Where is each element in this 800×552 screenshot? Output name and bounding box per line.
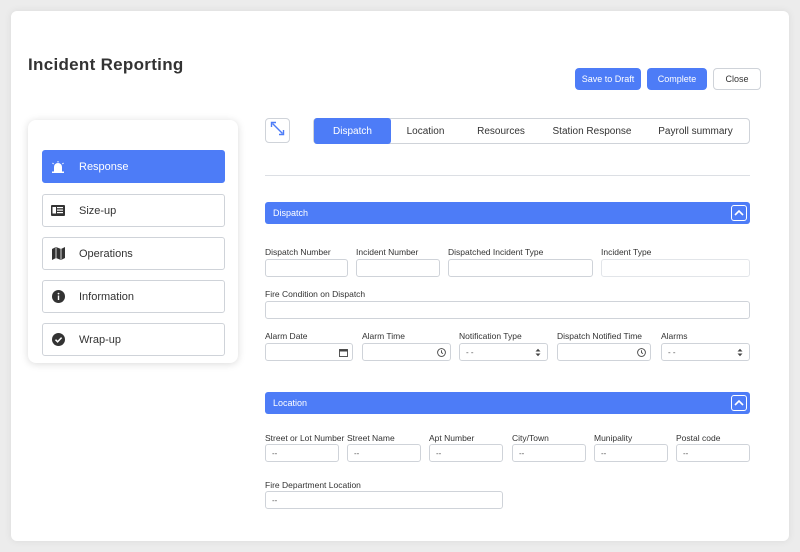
incident-type-label: Incident Type [601, 247, 652, 257]
dispatched-incident-type-label: Dispatched Incident Type [448, 247, 544, 257]
alarm-date-label: Alarm Date [265, 331, 308, 341]
placeholder: -- [354, 448, 360, 458]
sidebar-item-size-up[interactable]: Size-up [42, 194, 225, 227]
street-name-input[interactable]: -- [347, 444, 421, 462]
dispatch-number-input[interactable] [265, 259, 348, 277]
chevron-up-icon [734, 398, 744, 408]
postal-code-label: Postal code [676, 433, 721, 443]
clock-icon[interactable] [436, 347, 446, 357]
alarm-time-input[interactable] [362, 343, 451, 361]
close-button[interactable]: Close [713, 68, 761, 90]
tab-dispatch[interactable]: Dispatch [314, 118, 391, 144]
street-lot-label: Street or Lot Number [265, 433, 345, 443]
tab-resources[interactable]: Resources [460, 119, 542, 143]
sidebar-item-label: Information [79, 290, 135, 303]
check-circle-icon [51, 333, 65, 347]
collapse-button[interactable] [731, 395, 747, 411]
sort-arrows-icon [533, 347, 543, 357]
dispatch-notified-time-label: Dispatch Notified Time [557, 331, 643, 341]
incident-number-input[interactable] [356, 259, 440, 277]
tab-station-response[interactable]: Station Response [542, 119, 642, 143]
section-title: Location [273, 398, 308, 408]
sidebar-item-label: Size-up [79, 204, 117, 217]
sidebar-item-response[interactable]: Response [42, 150, 225, 183]
sidebar-item-information[interactable]: Information [42, 280, 225, 313]
sidebar-item-label: Operations [79, 247, 133, 260]
chevron-up-icon [734, 208, 744, 218]
sidebar-item-wrap-up[interactable]: Wrap-up [42, 323, 225, 356]
incident-number-label: Incident Number [356, 247, 419, 257]
map-icon [51, 204, 65, 218]
tab-location[interactable]: Location [391, 119, 460, 143]
munipality-input[interactable]: -- [594, 444, 668, 462]
sort-arrows-icon [735, 347, 745, 357]
divider [265, 175, 750, 176]
page-title: Incident Reporting [28, 55, 184, 74]
notification-type-label: Notification Type [459, 331, 522, 341]
placeholder: -- [272, 495, 278, 505]
apt-number-label: Apt Number [429, 433, 475, 443]
alarm-time-label: Alarm Time [362, 331, 405, 341]
section-title: Dispatch [273, 208, 309, 218]
fire-condition-input[interactable] [265, 301, 750, 319]
folded-map-icon [51, 247, 65, 261]
placeholder: -- [272, 448, 278, 458]
munipality-label: Munipality [594, 433, 633, 443]
alarms-select[interactable]: - - [661, 343, 750, 361]
siren-icon [51, 160, 65, 174]
complete-button[interactable]: Complete [647, 68, 707, 90]
collapse-button[interactable] [731, 205, 747, 221]
clock-icon[interactable] [636, 347, 646, 357]
sidebar-item-operations[interactable]: Operations [42, 237, 225, 270]
tab-payroll-summary[interactable]: Payroll summary [642, 119, 749, 143]
fire-condition-label: Fire Condition on Dispatch [265, 289, 366, 299]
incident-type-input[interactable] [601, 259, 750, 277]
street-lot-input[interactable]: -- [265, 444, 339, 462]
dispatch-section-header: Dispatch [265, 202, 750, 224]
sidebar: Response Size-up Operations Information … [28, 120, 238, 363]
tab-bar: Dispatch Location Resources Station Resp… [313, 118, 750, 144]
save-draft-button[interactable]: Save to Draft [575, 68, 641, 90]
dispatched-incident-type-input[interactable] [448, 259, 593, 277]
calendar-icon[interactable] [338, 347, 348, 357]
alarms-label: Alarms [661, 331, 688, 341]
sidebar-item-label: Response [79, 160, 129, 173]
fire-department-location-input[interactable]: -- [265, 491, 503, 509]
city-input[interactable]: -- [512, 444, 586, 462]
street-name-label: Street Name [347, 433, 395, 443]
dispatch-number-label: Dispatch Number [265, 247, 331, 257]
city-label: City/Town [512, 433, 549, 443]
location-section-header: Location [265, 392, 750, 414]
select-value: - - [668, 347, 676, 357]
sidebar-item-label: Wrap-up [79, 333, 121, 346]
fire-department-location-label: Fire Department Location [265, 480, 361, 490]
placeholder: -- [519, 448, 525, 458]
postal-code-input[interactable]: -- [676, 444, 750, 462]
placeholder: -- [436, 448, 442, 458]
info-icon [51, 290, 65, 304]
dispatch-notified-time-input[interactable] [557, 343, 651, 361]
placeholder: -- [601, 448, 607, 458]
notification-type-select[interactable]: - - [459, 343, 548, 361]
expand-button[interactable] [265, 118, 290, 143]
apt-number-input[interactable]: -- [429, 444, 503, 462]
expand-arrows-icon [270, 121, 285, 141]
alarm-date-input[interactable] [265, 343, 353, 361]
select-value: - - [466, 347, 474, 357]
placeholder: -- [683, 448, 689, 458]
